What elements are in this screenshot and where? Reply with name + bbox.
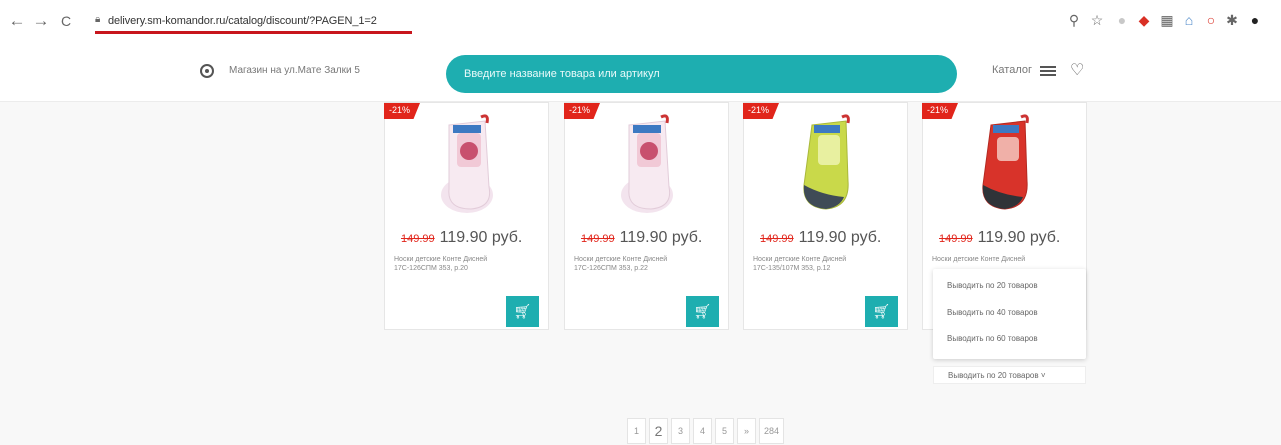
per-page-option-40[interactable]: Выводить по 40 товаров xyxy=(947,308,1038,317)
search-input[interactable] xyxy=(464,55,934,93)
product-card[interactable]: -21% 149.99 119.90 руб. Носки детские Кон… xyxy=(564,102,729,330)
product-card[interactable]: -21% 149.99 119.90 руб. Носки детские Кон… xyxy=(743,102,908,330)
per-page-dropdown-menu: Выводить по 20 товаров Выводить по 40 то… xyxy=(933,269,1086,359)
discount-badge: -21% xyxy=(743,103,779,119)
page-link[interactable]: 4 xyxy=(693,418,712,444)
add-to-cart-button[interactable]: 🛒︎ xyxy=(865,296,898,327)
product-socks-image xyxy=(982,114,1029,210)
discount-badge: -21% xyxy=(384,103,420,119)
per-page-option-60[interactable]: Выводить по 60 товаров xyxy=(947,334,1038,343)
location-pin-icon[interactable] xyxy=(200,64,214,78)
product-socks-image xyxy=(621,114,673,213)
site-header: Магазин на ул.Мате Залки 5 Каталог ♡ xyxy=(0,46,1281,102)
extension-grid-icon[interactable]: ▦ xyxy=(1158,12,1176,29)
new-price: 119.90 руб. xyxy=(798,229,882,246)
extension-home-icon[interactable]: ⌂ xyxy=(1180,12,1198,28)
extension-cloud-icon[interactable]: ○ xyxy=(1202,12,1220,28)
search-bar[interactable] xyxy=(446,55,957,93)
old-price: 149.99 xyxy=(401,233,435,245)
new-price: 119.90 руб. xyxy=(977,229,1061,246)
product-name[interactable]: Носки детские Конте Дисней 17С-135/107М … xyxy=(753,255,873,273)
add-to-cart-button[interactable]: 🛒︎ xyxy=(506,296,539,327)
reload-icon[interactable]: C xyxy=(56,13,76,29)
page-link[interactable]: 1 xyxy=(627,418,646,444)
extension-pdf-icon[interactable]: ◆ xyxy=(1135,12,1153,29)
price-row: 149.99 119.90 руб. xyxy=(401,229,522,247)
favorites-heart-icon[interactable]: ♡ xyxy=(1070,60,1084,80)
old-price: 149.99 xyxy=(760,233,794,245)
url-highlight-underline xyxy=(95,31,412,34)
page-link[interactable]: 5 xyxy=(715,418,734,444)
extension-circle-icon[interactable]: ● xyxy=(1113,12,1131,28)
extensions-puzzle-icon[interactable]: ✱ xyxy=(1223,12,1241,29)
old-price: 149.99 xyxy=(581,233,615,245)
store-address[interactable]: Магазин на ул.Мате Залки 5 xyxy=(229,65,360,76)
product-name[interactable]: Носки детские Конте Дисней 17С-126СПМ 35… xyxy=(574,255,694,273)
page-link-current[interactable]: 2 xyxy=(649,418,668,444)
pagination: 1 2 3 4 5 » 284 xyxy=(627,418,787,444)
zoom-icon[interactable]: ⚲ xyxy=(1065,12,1083,29)
product-card[interactable]: -21% 149.99 119.90 руб. Носки детские Кон… xyxy=(384,102,549,330)
per-page-select[interactable]: Выводить по 20 товаров ˅ xyxy=(933,366,1086,384)
catalog-link[interactable]: Каталог xyxy=(992,64,1032,76)
menu-burger-icon[interactable] xyxy=(1040,66,1056,76)
per-page-option-20[interactable]: Выводить по 20 товаров xyxy=(947,281,1038,290)
price-row: 149.99 119.90 руб. xyxy=(581,229,702,247)
cart-icon: 🛒︎ xyxy=(872,303,891,319)
new-price: 119.90 руб. xyxy=(619,229,703,246)
price-row: 149.99 119.90 руб. xyxy=(939,229,1060,247)
product-socks-image xyxy=(803,114,850,210)
address-bar[interactable]: delivery.sm-komandor.ru/catalog/discount… xyxy=(108,15,377,27)
old-price: 149.99 xyxy=(939,233,973,245)
browser-toolbar: ← → C 🔒︎ delivery.sm-komandor.ru/catalog… xyxy=(0,0,1281,46)
discount-badge: -21% xyxy=(564,103,600,119)
star-icon[interactable]: ☆ xyxy=(1088,12,1106,29)
new-price: 119.90 руб. xyxy=(439,229,523,246)
price-row: 149.99 119.90 руб. xyxy=(760,229,881,247)
discount-badge: -21% xyxy=(922,103,958,119)
lock-icon: 🔒︎ xyxy=(95,14,101,25)
cart-icon: 🛒︎ xyxy=(513,303,532,319)
back-icon[interactable]: ← xyxy=(7,11,27,31)
forward-icon[interactable]: → xyxy=(31,11,51,31)
profile-avatar-icon[interactable]: ● xyxy=(1246,12,1264,28)
page-last-link[interactable]: 284 xyxy=(759,418,785,444)
add-to-cart-button[interactable]: 🛒︎ xyxy=(686,296,719,327)
product-socks-image xyxy=(441,114,493,213)
product-name[interactable]: Носки детские Конте Дисней 17С-126СПМ 35… xyxy=(394,255,514,273)
cart-icon: 🛒︎ xyxy=(693,303,712,319)
page-link[interactable]: 3 xyxy=(671,418,690,444)
page-next-link[interactable]: » xyxy=(737,418,756,444)
